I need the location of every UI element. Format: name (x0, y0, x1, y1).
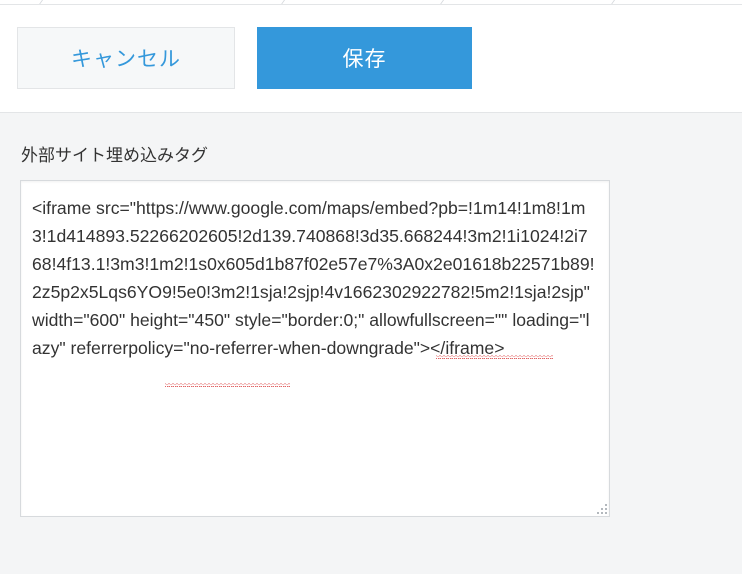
resize-grip-icon[interactable] (594, 503, 608, 515)
tab-strip-edge (0, 0, 742, 5)
tab-divider (605, 0, 618, 4)
embed-tag-label: 外部サイト埋め込みタグ (21, 146, 208, 166)
action-panel: キャンセル 保存 (0, 0, 742, 113)
embed-tag-value[interactable]: <iframe src="https://www.google.com/maps… (32, 194, 597, 362)
tab-divider (33, 0, 46, 4)
spellcheck-underline (165, 383, 290, 387)
tab-divider (275, 0, 288, 4)
cancel-button[interactable]: キャンセル (17, 27, 235, 89)
embed-tag-textarea[interactable]: <iframe src="https://www.google.com/maps… (20, 180, 610, 517)
save-button[interactable]: 保存 (257, 27, 472, 89)
spellcheck-underline (436, 355, 553, 359)
tab-divider (434, 0, 447, 4)
